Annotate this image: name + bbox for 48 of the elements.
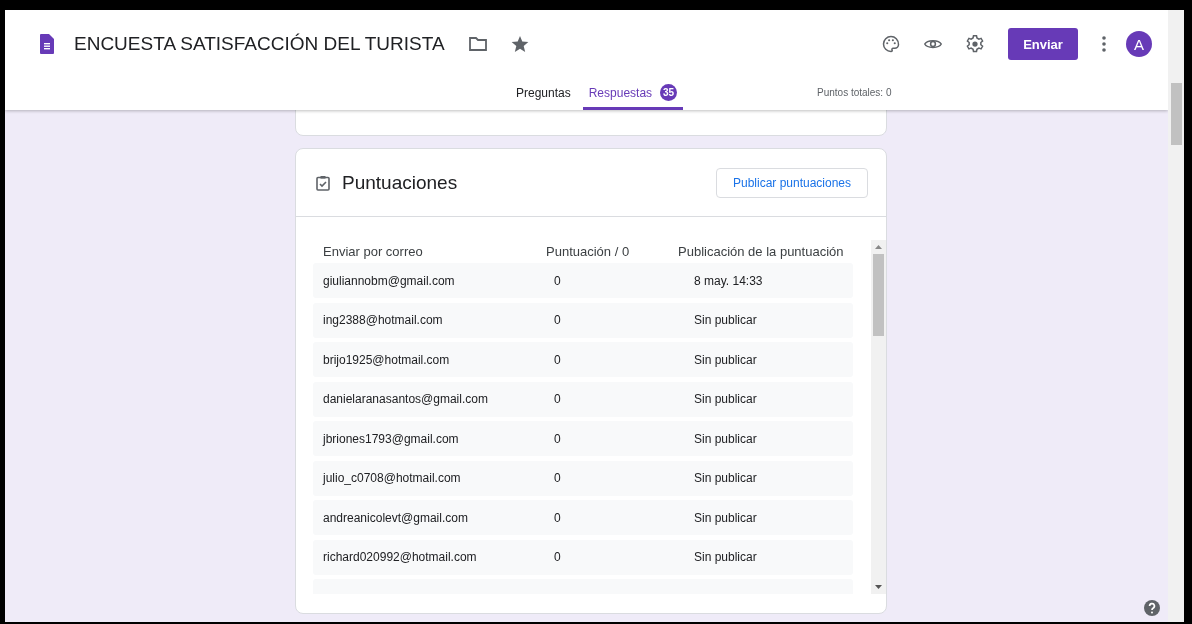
table-cell-text: 0 — [553, 431, 562, 446]
table-cell-text: Sin publicar — [693, 313, 758, 327]
table-cell-text: brijo1925@hotmail.com — [322, 352, 451, 367]
form-document-icon[interactable] — [40, 34, 54, 54]
eye-icon[interactable] — [924, 38, 942, 50]
table-cell-text: julio_c0708@hotmail.com — [321, 471, 462, 485]
column-header: Publicación de la puntuación — [678, 243, 845, 259]
account-avatar[interactable]: A — [1126, 31, 1152, 57]
table-cell-text: Sin publicar — [693, 550, 758, 564]
column-header: Enviar por correo — [322, 243, 424, 259]
table-cell-text: 0 — [553, 273, 562, 288]
tab[interactable]: Preguntas — [510, 78, 577, 110]
scrollbar[interactable] — [1168, 10, 1184, 622]
table-cell-text: Sin publicar — [693, 471, 758, 485]
table-cell-text: 0 — [553, 313, 562, 327]
scrollbar[interactable] — [871, 240, 886, 594]
more-menu-icon[interactable] — [1102, 36, 1106, 52]
scrollbar-thumb[interactable] — [1170, 83, 1182, 145]
column-header: Puntuación / 0 — [546, 243, 631, 259]
count-badge: 35 — [660, 84, 678, 101]
table-cell-text: Sin publicar — [693, 431, 758, 446]
scrollbar-thumb[interactable] — [873, 254, 884, 336]
palette-icon[interactable] — [882, 35, 900, 53]
table-cell-text: 8 may. 14:33 — [693, 273, 764, 288]
form-title[interactable]: ENCUESTA SATISFACCIÓN DEL TURISTA — [74, 33, 445, 55]
table-cell-text: jbriones1793@gmail.com — [321, 431, 460, 446]
table-cell-text: 0 — [553, 510, 562, 525]
settings-icon[interactable] — [966, 35, 984, 53]
table-cell-text: richard020992@hotmail.com — [322, 550, 478, 564]
send-button[interactable]: Enviar — [1008, 28, 1078, 60]
card-title: Puntuaciones — [342, 171, 458, 194]
star-icon[interactable] — [510, 35, 529, 53]
total-points-label: Puntos totales: 0 — [817, 87, 892, 98]
table-cell-text: 0 — [553, 352, 562, 367]
table-cell-text: Sin publicar — [693, 352, 758, 367]
table-cell-text: 0 — [553, 471, 562, 485]
table-cell-text: Sin publicar — [693, 392, 758, 406]
table-cell-text: danielaranasantos@gmail.com — [322, 392, 489, 406]
table-cell-text: andreanicolevt@gmail.com — [322, 510, 469, 525]
table-cell-text: giuliannobm@gmail.com — [322, 273, 456, 288]
table-cell-text: Sin publicar — [693, 510, 758, 525]
folder-icon[interactable] — [468, 37, 487, 51]
table-cell-text: 0 — [553, 392, 562, 406]
help-icon[interactable] — [1144, 600, 1160, 616]
checklist-icon — [316, 174, 330, 191]
publish-scores-button[interactable]: Publicar puntuaciones — [716, 167, 868, 198]
table-cell-text: 0 — [553, 550, 562, 564]
table-cell-text: ing2388@hotmail.com — [322, 313, 444, 327]
